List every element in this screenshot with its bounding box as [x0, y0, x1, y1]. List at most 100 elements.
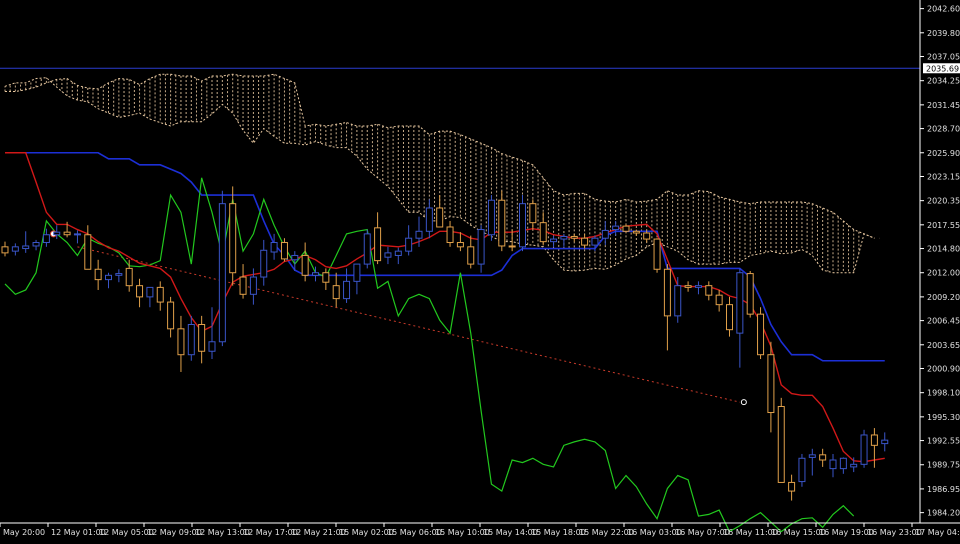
candle-body — [156, 286, 164, 303]
candle-body — [715, 294, 723, 306]
candle-body — [694, 285, 702, 288]
candle-body — [477, 229, 485, 265]
candle-body — [229, 203, 237, 274]
candle-body — [249, 276, 257, 295]
candle-body — [167, 301, 175, 330]
candle[interactable] — [653, 238, 661, 273]
candle-body — [498, 199, 506, 247]
candle-body — [63, 231, 71, 236]
candle-body — [177, 328, 185, 356]
candle-body — [332, 285, 340, 300]
y-tick-label: 2025.90 — [927, 149, 960, 158]
x-tick-label: 15 May 10:00 — [435, 528, 490, 537]
x-tick-label: 12 May 01:00 — [51, 528, 106, 537]
candle[interactable] — [746, 270, 754, 318]
candle-body — [394, 250, 402, 256]
y-tick-label: 2012.00 — [927, 269, 960, 278]
candle-body — [736, 272, 744, 334]
candle-body — [663, 268, 671, 317]
candle-body — [519, 203, 526, 248]
candle-body — [208, 341, 216, 352]
x-tick-label: 17 May 04:00 — [915, 528, 960, 537]
candle-body — [425, 207, 433, 232]
candle[interactable] — [757, 307, 765, 360]
candle[interactable] — [218, 190, 226, 347]
candle-body — [291, 254, 299, 261]
candle-body — [508, 245, 516, 248]
candle-body — [446, 226, 454, 244]
y-tick-label: 2042.60 — [927, 5, 960, 14]
candle-body — [115, 273, 123, 276]
candle[interactable] — [798, 453, 806, 487]
x-tick-label: 15 May 06:00 — [387, 528, 442, 537]
x-tick-label: 16 May 07:00 — [675, 528, 730, 537]
candle-body — [726, 304, 733, 331]
candle-body — [860, 434, 868, 465]
candle-body — [198, 324, 206, 352]
candle-body — [653, 238, 661, 270]
candle-body — [32, 242, 40, 247]
candle-body — [456, 242, 464, 248]
candle[interactable] — [860, 429, 868, 468]
candle-body — [105, 274, 112, 281]
candle-body — [850, 463, 858, 468]
candle[interactable] — [519, 195, 526, 252]
candle-body — [94, 268, 102, 281]
candle[interactable] — [363, 229, 371, 269]
price-chart[interactable]: 2042.60 2039.80 2037.05 2034.25 2031.45 2028.… — [0, 0, 960, 540]
x-tick-label: 15 May 22:00 — [579, 528, 634, 537]
x-tick-label: 15 May 14:00 — [483, 528, 538, 537]
candle-body — [384, 252, 392, 258]
y-tick-label: 2039.80 — [927, 29, 960, 38]
candle-body — [788, 481, 796, 492]
x-tick-label: 12 May 21:00 — [291, 528, 346, 537]
candle[interactable] — [622, 224, 630, 234]
candle-body — [777, 405, 785, 483]
y-tick-label: 2017.55 — [927, 221, 960, 230]
y-tick-label: 1986.95 — [927, 485, 960, 494]
y-tick-label: 1989.75 — [927, 461, 960, 470]
candle-body — [22, 245, 30, 250]
candle-body — [757, 313, 765, 356]
x-tick-label: 12 May 05:00 — [99, 528, 154, 537]
candle-body — [643, 232, 651, 240]
candle-body — [601, 229, 609, 239]
candle-body — [125, 267, 133, 287]
candle-body — [11, 246, 19, 252]
x-tick-label: 12 May 17:00 — [243, 528, 298, 537]
candle-body — [632, 230, 640, 234]
candle-body — [487, 199, 495, 236]
candle-body — [239, 276, 247, 295]
candle-body — [529, 203, 537, 224]
candle-body — [301, 254, 309, 276]
x-tick-label: 15 May 02:00 — [339, 528, 394, 537]
candle-body — [798, 457, 806, 483]
y-tick-label: 2037.05 — [927, 53, 960, 62]
y-tick-label: 2023.15 — [927, 172, 960, 181]
candle-body — [260, 249, 268, 278]
candle-body — [829, 459, 837, 470]
candle-body — [353, 263, 361, 282]
x-tick-label: 16 May 23:00 — [867, 528, 922, 537]
candle-body — [53, 231, 61, 236]
candle-body — [312, 272, 319, 276]
candle-body — [187, 324, 195, 356]
current-price-tag-label: 2035.69 — [926, 64, 959, 73]
y-tick-label: 1995.30 — [927, 413, 960, 422]
candle-body — [136, 285, 144, 298]
x-tick-label: 16 May 19:00 — [819, 528, 874, 537]
candle-body — [280, 242, 288, 260]
candle-body — [570, 235, 578, 239]
x-tick-label: 16 May 11:00 — [723, 528, 778, 537]
candle[interactable] — [498, 190, 506, 252]
candle-body — [581, 237, 589, 246]
candle-body — [415, 230, 423, 239]
y-tick-label: 2006.45 — [927, 317, 960, 326]
y-tick-label: 2034.25 — [927, 77, 960, 86]
candle[interactable] — [487, 195, 495, 241]
candle-body — [612, 225, 620, 231]
candle-body — [42, 234, 50, 244]
candle-body — [819, 454, 827, 461]
candle[interactable] — [777, 397, 785, 483]
chart-svg[interactable]: 2042.60 2039.80 2037.05 2034.25 2031.45 2028.… — [0, 0, 960, 540]
